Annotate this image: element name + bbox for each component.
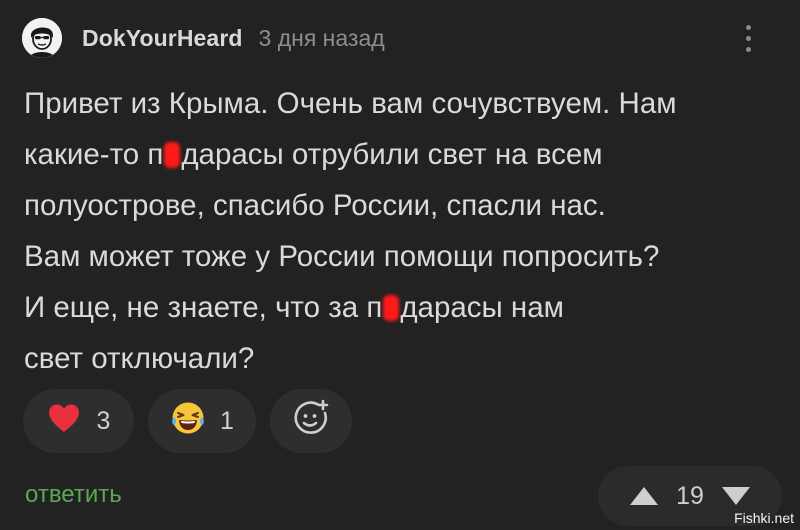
comment-line: полуострове, спасибо России, спасли нас. [24,189,606,222]
comment-line: Вам может тоже у России помощи попросить… [24,240,660,273]
avatar[interactable] [22,18,62,58]
username[interactable]: DokYourHeard [82,25,243,52]
more-options-icon[interactable] [734,18,762,58]
censor-blur-mark [383,295,400,321]
heart-reaction-count: 3 [96,406,111,435]
heart-icon [47,403,81,440]
reply-button[interactable]: ответить [25,481,122,509]
comment-line: Привет из Крыма. Очень вам сочувствуем. … [24,87,677,120]
comment-card: DokYourHeard 3 дня назад Привет из Крыма… [0,0,800,530]
comment-header: DokYourHeard 3 дня назад [22,16,780,60]
laughing-emoji-icon [170,400,206,443]
censor-blur-mark [164,142,181,168]
comment-text: Привет из Крыма. Очень вам сочувствуем. … [24,78,784,384]
laugh-reaction-button[interactable]: 1 [148,389,256,453]
add-reaction-icon [292,399,330,444]
comment-timestamp: 3 дня назад [258,24,385,51]
reactions-bar: 3 1 [23,389,352,453]
heart-reaction-button[interactable]: 3 [23,389,134,453]
triangle-down-icon[interactable] [720,485,752,507]
comment-line: И еще, не знаете, что за п дарасы нам [24,291,564,324]
triangle-up-icon[interactable] [628,485,660,507]
add-reaction-button[interactable] [270,389,352,453]
laugh-reaction-count: 1 [220,406,234,435]
watermark: Fishki.net [734,510,794,526]
vote-score: 19 [676,481,704,510]
comment-line: какие-то п дарасы отрубили свет на всем [24,138,603,171]
comment-line: свет отключали? [24,342,255,375]
